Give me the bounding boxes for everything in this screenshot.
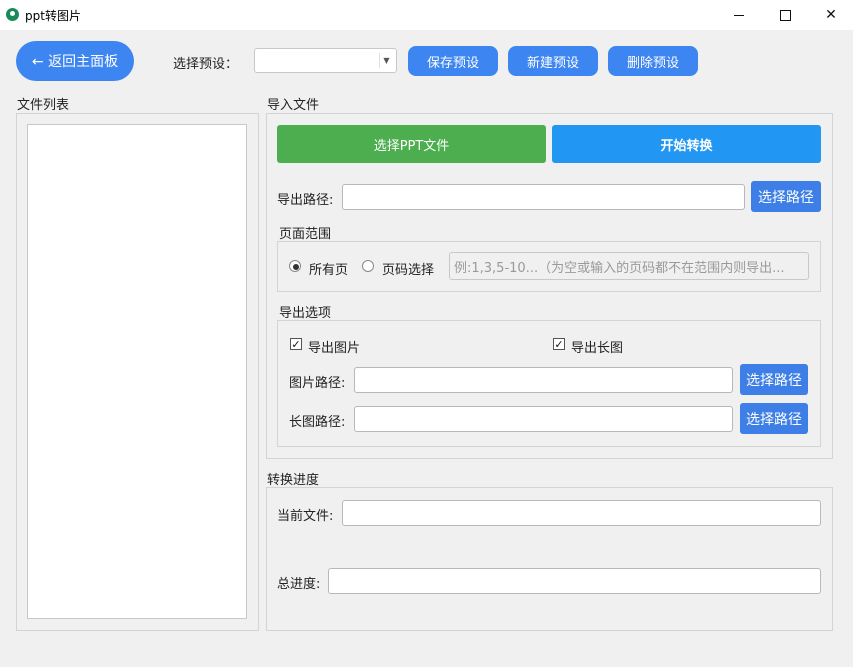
select-ppt-button[interactable]: 选择PPT文件 [277,125,546,163]
long-image-path-input[interactable] [354,406,733,432]
window-title: ppt转图片 [25,9,81,23]
select-long-image-path-button[interactable]: 选择路径 [740,403,808,434]
all-pages-label[interactable]: 所有页 [309,259,348,278]
delete-preset-button[interactable]: 删除预设 [608,46,698,76]
maximize-button[interactable] [762,0,808,30]
select-export-path-button[interactable]: 选择路径 [751,181,821,212]
export-path-input[interactable] [342,184,745,210]
check-icon: ✓ [554,338,564,351]
select-image-path-button[interactable]: 选择路径 [740,364,808,395]
new-preset-button[interactable]: 新建预设 [508,46,598,76]
progress-title: 转换进度 [267,473,320,488]
export-image-label[interactable]: 导出图片 [308,337,360,356]
page-select-label[interactable]: 页码选择 [382,259,434,278]
close-button[interactable]: ✕ [808,0,853,30]
all-pages-radio[interactable] [289,260,301,272]
start-convert-button[interactable]: 开始转换 [552,125,821,163]
export-long-image-checkbox[interactable]: ✓ [553,338,565,350]
minimize-icon [734,14,744,16]
export-long-image-label[interactable]: 导出长图 [571,337,623,356]
maximize-icon [779,9,791,21]
back-to-main-button[interactable]: ← 返回主面板 [16,41,134,81]
current-file-field[interactable] [342,500,821,526]
page-range-title: 页面范围 [279,227,332,242]
image-path-input[interactable] [354,367,733,393]
chevron-down-icon[interactable]: ▼ [379,53,393,68]
export-image-checkbox[interactable]: ✓ [290,338,302,350]
save-preset-button[interactable]: 保存预设 [408,46,498,76]
file-list[interactable] [27,124,247,619]
page-select-radio[interactable] [362,260,374,272]
close-icon: ✕ [825,7,837,23]
preset-label: 选择预设： [173,57,239,72]
total-progress-field[interactable] [328,568,821,594]
image-path-label: 图片路径: [289,376,346,391]
page-range-placeholder: 例:1,3,5-10...（为空或输入的页码都不在范围内则导出... [454,260,785,276]
current-file-label: 当前文件: [277,509,334,524]
check-icon: ✓ [291,338,301,351]
minimize-button[interactable] [716,0,762,30]
page-range-input[interactable]: 例:1,3,5-10...（为空或输入的页码都不在范围内则导出... [449,252,809,280]
preset-select[interactable]: ▼ [254,48,397,73]
import-title: 导入文件 [267,98,320,113]
total-progress-label: 总进度: [277,577,321,592]
app-icon [6,8,19,21]
export-path-label: 导出路径: [277,193,334,208]
long-image-path-label: 长图路径: [289,415,346,430]
export-options-title: 导出选项 [279,306,332,321]
file-list-title: 文件列表 [17,98,70,113]
